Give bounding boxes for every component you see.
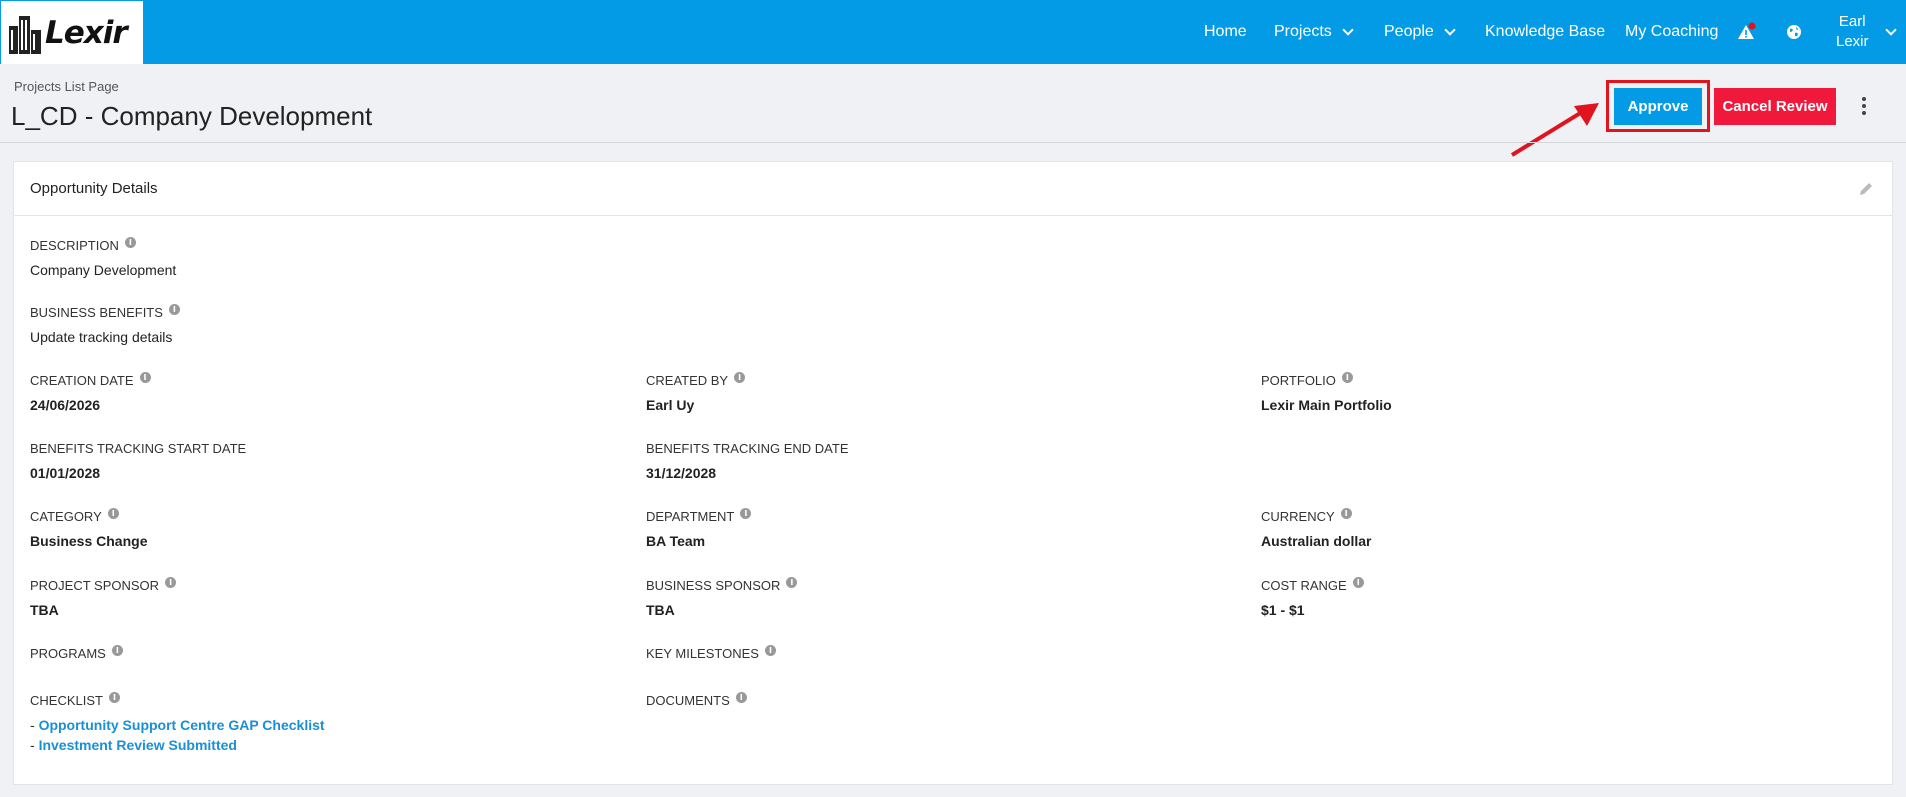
language-button[interactable]	[1786, 0, 1802, 64]
info-icon[interactable]: i	[168, 304, 180, 315]
edit-pencil-icon[interactable]	[1858, 181, 1874, 197]
brand-name: Lexir	[45, 14, 128, 51]
business-sponsor-value: TBA	[646, 602, 675, 618]
info-icon[interactable]: i	[108, 692, 120, 703]
header-divider	[0, 142, 1906, 143]
nav-home[interactable]: Home	[1204, 0, 1247, 64]
bt-start-value: 01/01/2028	[30, 465, 101, 481]
more-options-icon[interactable]	[1856, 94, 1872, 118]
nav-my-coaching[interactable]: My Coaching	[1625, 0, 1718, 64]
bt-end-field: BENEFITS TRACKING END DATE 31/12/2028	[646, 441, 849, 481]
project-sponsor-field: PROJECT SPONSOR i TBA	[30, 577, 177, 618]
portfolio-field: PORTFOLIO i Lexir Main Portfolio	[1261, 372, 1392, 413]
opportunity-details-card: Opportunity Details DESCRIPTION i Company…	[13, 161, 1893, 785]
checklist-item: - Investment Review Submitted	[30, 737, 237, 753]
created-by-value: Earl Uy	[646, 397, 695, 413]
info-icon[interactable]: i	[786, 577, 798, 588]
cost-range-field: COST RANGE i $1 - $1	[1261, 577, 1364, 618]
department-value: BA Team	[646, 533, 706, 549]
creation-date-field: CREATION DATE i 24/06/2026	[30, 372, 151, 413]
warning-icon	[1738, 22, 1756, 39]
nav-projects-label: Projects	[1274, 23, 1332, 40]
info-icon[interactable]: i	[124, 237, 136, 248]
business-benefits-field: BUSINESS BENEFITS i Update tracking detai…	[30, 304, 180, 345]
bt-end-value: 31/12/2028	[646, 465, 717, 481]
checklist-link[interactable]: Opportunity Support Centre GAP Checklist	[39, 717, 325, 733]
card-header: Opportunity Details	[14, 162, 1892, 216]
user-name: Earl Lexir	[1836, 13, 1869, 50]
info-icon[interactable]: i	[111, 645, 123, 656]
info-icon[interactable]: i	[734, 372, 746, 383]
page-title: L_CD - Company Development	[11, 101, 373, 131]
description-value: Company Development	[30, 262, 177, 278]
cost-range-value: $1 - $1	[1261, 602, 1305, 618]
info-icon[interactable]: i	[1341, 372, 1353, 383]
programs-field: PROGRAMS i	[30, 645, 123, 661]
business-benefits-value: Update tracking details	[30, 329, 173, 345]
category-value: Business Change	[30, 533, 148, 549]
checklist-field: CHECKLIST i - Opportunity Support Centre …	[30, 692, 325, 753]
info-icon[interactable]: i	[764, 645, 776, 656]
creation-date-value: 24/06/2026	[30, 397, 101, 413]
alerts-button[interactable]	[1738, 0, 1758, 64]
buildings-logo-icon	[9, 15, 41, 54]
brand-logo[interactable]: Lexir	[1, 1, 143, 64]
business-sponsor-field: BUSINESS SPONSOR i TBA	[646, 577, 798, 618]
cancel-review-button[interactable]: Cancel Review	[1714, 88, 1836, 125]
checklist-link[interactable]: Investment Review Submitted	[39, 737, 237, 753]
category-field: CATEGORY i Business Change	[30, 508, 148, 549]
project-sponsor-value: TBA	[30, 602, 59, 618]
user-menu[interactable]: Earl Lexir	[1836, 0, 1897, 64]
annotation-arrow-icon	[1510, 103, 1599, 157]
nav-people[interactable]: People	[1384, 0, 1456, 64]
key-milestones-field: KEY MILESTONES i	[646, 645, 776, 661]
nav-my-coaching-label: My Coaching	[1625, 23, 1719, 40]
chevron-down-icon	[1884, 23, 1897, 36]
documents-field: DOCUMENTS i	[646, 692, 747, 708]
nav-projects[interactable]: Projects	[1274, 0, 1354, 64]
checklist-item: - Opportunity Support Centre GAP Checkli…	[30, 717, 325, 733]
currency-field: CURRENCY i Australian dollar	[1261, 508, 1372, 549]
card-title: Opportunity Details	[30, 180, 158, 197]
portfolio-value: Lexir Main Portfolio	[1261, 397, 1392, 413]
chevron-down-icon	[1342, 23, 1354, 36]
currency-value: Australian dollar	[1261, 533, 1372, 549]
created-by-field: CREATED BY i Earl Uy	[646, 372, 746, 413]
nav-people-label: People	[1384, 23, 1434, 40]
globe-icon	[1787, 25, 1801, 39]
info-icon[interactable]: i	[107, 508, 119, 519]
info-icon[interactable]: i	[139, 372, 151, 383]
info-icon[interactable]: i	[740, 508, 752, 519]
nav-knowledge-base[interactable]: Knowledge Base	[1485, 0, 1605, 64]
info-icon[interactable]: i	[1340, 508, 1352, 519]
description-field: DESCRIPTION i Company Development	[30, 237, 177, 278]
nav-home-label: Home	[1204, 23, 1247, 40]
bt-start-field: BENEFITS TRACKING START DATE 01/01/2028	[30, 441, 247, 481]
breadcrumb[interactable]: Projects List Page	[14, 79, 119, 94]
info-icon[interactable]: i	[1352, 577, 1364, 588]
notification-dot-icon	[1748, 22, 1756, 30]
info-icon[interactable]: i	[735, 692, 747, 703]
info-icon[interactable]: i	[165, 577, 177, 588]
department-field: DEPARTMENT i BA Team	[646, 508, 752, 549]
approve-button[interactable]: Approve	[1614, 88, 1702, 125]
chevron-down-icon	[1444, 23, 1456, 36]
top-navbar: Lexir Home Projects People Knowledge Bas…	[0, 0, 1906, 64]
nav-knowledge-base-label: Knowledge Base	[1485, 23, 1606, 40]
